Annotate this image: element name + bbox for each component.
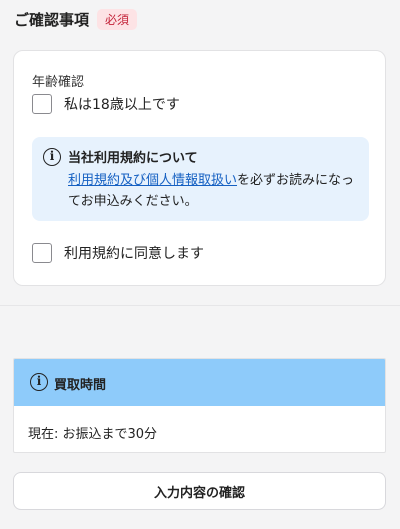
section-header: ご確認事項 必須 <box>14 9 138 30</box>
age-confirmation-label: 年齢確認 <box>32 75 85 90</box>
terms-checkbox-row[interactable]: 利用規約に同意します <box>32 243 204 263</box>
purchase-time-card: i 買取時間 現在: お振込まで30分 <box>13 358 386 453</box>
required-badge: 必須 <box>97 9 138 30</box>
info-icon: i <box>30 373 48 391</box>
purchase-time-title: 買取時間 <box>54 378 107 393</box>
terms-checkbox[interactable] <box>32 243 52 263</box>
age-checkbox-row[interactable]: 私は18歳以上です <box>32 94 180 114</box>
divider <box>0 305 400 306</box>
confirm-input-button[interactable]: 入力内容の確認 <box>13 472 386 510</box>
age-checkbox[interactable] <box>32 94 52 114</box>
terms-link[interactable]: 利用規約及び個人情報取扱い <box>68 173 237 188</box>
info-icon: i <box>43 148 61 166</box>
terms-notice: i 当社利用規約について 利用規約及び個人情報取扱いを必ずお読みになってお申込み… <box>32 137 369 221</box>
section-title: ご確認事項 <box>14 11 90 29</box>
purchase-time-status: 現在: お振込まで30分 <box>28 427 158 442</box>
confirmation-card: 年齢確認 私は18歳以上です i 当社利用規約について 利用規約及び個人情報取扱… <box>13 50 386 286</box>
terms-notice-title: 当社利用規約について <box>68 151 198 166</box>
age-checkbox-label[interactable]: 私は18歳以上です <box>64 94 180 114</box>
purchase-time-header: i 買取時間 <box>14 359 385 406</box>
terms-checkbox-label[interactable]: 利用規約に同意します <box>64 243 204 263</box>
terms-notice-body: 利用規約及び個人情報取扱いを必ずお読みになってお申込みください。 <box>68 170 363 212</box>
